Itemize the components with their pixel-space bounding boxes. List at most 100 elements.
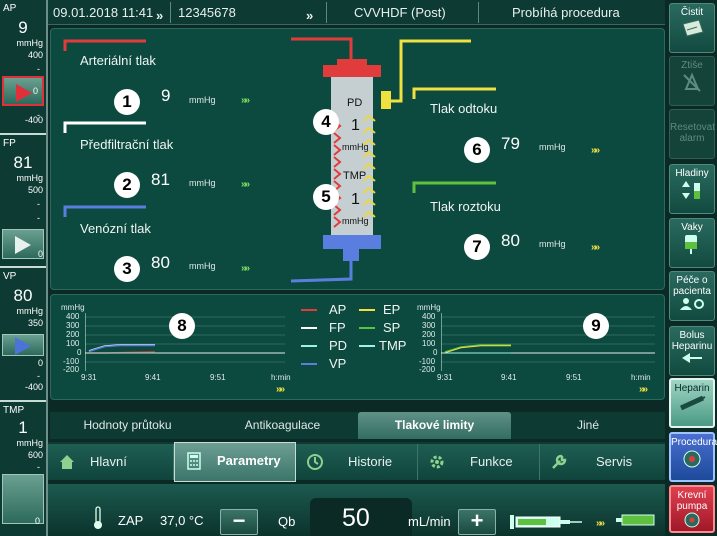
bags-label: Vaky xyxy=(681,222,703,233)
tab-main[interactable]: Hlavní xyxy=(48,444,174,480)
tab-history-label: Historie xyxy=(348,454,393,469)
prefilter-more-icon[interactable]: »» xyxy=(241,179,250,190)
pressure-trends-panel: mmHg 400 300 200 100 0 -100 -200 9:31 9:… xyxy=(50,294,665,400)
procedure-button[interactable]: Procedura xyxy=(669,432,717,482)
clean-button[interactable]: Čistit xyxy=(669,3,715,53)
badge-8: 8 xyxy=(169,313,195,339)
dialysate-more-icon[interactable]: »» xyxy=(591,242,600,253)
tmp-unit: mmHg xyxy=(16,438,44,448)
ytick: 300 xyxy=(66,321,80,330)
ap-label: AP xyxy=(3,3,17,14)
blood-pump-button[interactable]: Krevní pumpa xyxy=(669,485,715,533)
syringe-more-icon[interactable]: »» xyxy=(596,518,605,529)
tab-service-label: Servis xyxy=(596,454,633,469)
xtick: 9:41 xyxy=(145,373,161,382)
ytick: 100 xyxy=(66,339,80,348)
tab-parameters[interactable]: Parametry xyxy=(174,442,296,482)
alarm-silence-icon xyxy=(683,72,701,92)
trend-right-more-icon[interactable]: »» xyxy=(639,384,648,395)
badge-6: 6 xyxy=(464,137,490,163)
bolus-icon xyxy=(682,353,702,363)
legend-ap: AP xyxy=(329,302,347,317)
tab-other[interactable]: Jiné xyxy=(511,412,665,439)
reset-alarm-label: Resetovat alarm xyxy=(670,122,716,144)
legend-swatch-ep xyxy=(359,309,375,311)
levels-button[interactable]: Hladiny xyxy=(669,164,715,214)
trend-left-more-icon[interactable]: »» xyxy=(276,384,285,395)
legend-swatch-ap xyxy=(301,309,317,311)
pd-value: 1 xyxy=(351,117,360,134)
vp-limit-bar[interactable] xyxy=(2,334,44,356)
clean-screen-icon xyxy=(682,19,704,37)
silence-button[interactable]: Ztiše xyxy=(669,56,715,106)
heparin-bolus-button[interactable]: Bolus Heparinu xyxy=(669,326,715,376)
bag-icon xyxy=(685,235,697,254)
badge-7: 7 xyxy=(464,234,490,260)
patient-care-button[interactable]: Péče o pacienta xyxy=(669,271,715,321)
bags-button[interactable]: Vaky xyxy=(669,218,715,268)
heparin-label: Heparin xyxy=(674,383,710,394)
qb-value: 50 xyxy=(342,504,370,532)
ytick: -200 xyxy=(419,365,436,374)
tab-pressure-limits[interactable]: Tlakové limity xyxy=(358,412,511,439)
prefilter-pressure-unit: mmHg xyxy=(189,178,216,188)
tab-history[interactable]: Historie xyxy=(296,444,418,480)
patient-id: 12345678 xyxy=(178,5,236,20)
fp-label: FP xyxy=(3,138,16,149)
ap-limit-bar[interactable]: 0 xyxy=(2,76,44,106)
trend-chart-left[interactable]: mmHg 400 300 200 100 0 -100 -200 9:31 9:… xyxy=(51,295,291,399)
tab-flow-values[interactable]: Hodnoty průtoku xyxy=(50,412,205,439)
reset-alarm-button[interactable]: Resetovat alarm xyxy=(669,109,715,159)
vp-pointer-icon xyxy=(15,337,31,355)
ytick: 200 xyxy=(422,330,436,339)
ap-dash: - xyxy=(37,64,40,74)
vp-mid: 0 xyxy=(37,358,43,368)
effluent-more-icon[interactable]: »» xyxy=(591,145,600,156)
dialysate-pressure-label: Tlak roztoku xyxy=(430,199,501,214)
ap-unit: mmHg xyxy=(16,38,44,48)
legend-tmp: TMP xyxy=(379,338,407,353)
fp-value: 81 xyxy=(13,153,33,172)
xtick: 9:31 xyxy=(81,373,97,382)
prefilter-pressure-label: Předfiltrační tlak xyxy=(80,137,174,152)
tab-functions-label: Funkce xyxy=(470,454,513,469)
xtick: 9:31 xyxy=(437,373,453,382)
pd-unit: mmHg xyxy=(342,142,369,152)
tab-main-label: Hlavní xyxy=(90,454,127,469)
pressure-sidebar: AP 9 mmHg 400 - 0 - -400 FP 81 mmHg 500 … xyxy=(0,0,48,536)
legend-swatch-pd xyxy=(301,345,317,347)
tab-service[interactable]: Servis xyxy=(540,444,665,480)
xtick: 9:51 xyxy=(210,373,226,382)
qb-plus-button[interactable]: + xyxy=(458,509,496,535)
tab-anticoagulation[interactable]: Antikoagulace xyxy=(205,412,360,439)
patient-more-icon[interactable]: » xyxy=(306,3,313,28)
tmp-value: 1 xyxy=(18,418,28,437)
heparin-button[interactable]: Heparin xyxy=(669,378,715,428)
badge-5: 5 xyxy=(313,184,339,210)
pressure-overview-panel: Arteriální tlak 1 9 mmHg »» Předfiltračn… xyxy=(50,28,665,290)
ap-gauge: AP 9 mmHg 400 - 0 - -400 xyxy=(0,0,46,130)
arterial-more-icon[interactable]: »» xyxy=(241,95,250,106)
tab-functions[interactable]: Funkce xyxy=(418,444,540,480)
patient-care-label: Péče o pacienta xyxy=(673,275,711,297)
procedure-label: Procedura xyxy=(671,437,717,448)
syringe-icon xyxy=(510,515,582,529)
xtick: 9:51 xyxy=(566,373,582,382)
fp-unit: mmHg xyxy=(16,173,44,183)
effluent-pressure-label: Tlak odtoku xyxy=(430,101,498,116)
datetime-more-icon[interactable]: » xyxy=(156,3,163,28)
fp-max: 500 xyxy=(27,185,43,195)
arterial-pressure-label: Arteriální tlak xyxy=(80,53,156,68)
trend-legend: AP EP FP SP PD TMP VP xyxy=(299,301,417,381)
badge-3: 3 xyxy=(114,256,140,282)
circuit-lines xyxy=(63,37,496,283)
trend-chart-right[interactable]: mmHg 400 300 200 100 0 -100 -200 9:31 9:… xyxy=(413,295,665,399)
badge-2: 2 xyxy=(114,172,140,198)
qb-minus-button[interactable]: − xyxy=(220,509,258,535)
venous-more-icon[interactable]: »» xyxy=(241,263,250,274)
qb-label: Qb xyxy=(278,514,296,529)
tmp-label: TMP xyxy=(343,170,367,182)
venous-pressure-value: 80 xyxy=(151,253,170,272)
ytick: 400 xyxy=(422,312,436,321)
procedure-status: Probíhá procedura xyxy=(512,5,620,20)
